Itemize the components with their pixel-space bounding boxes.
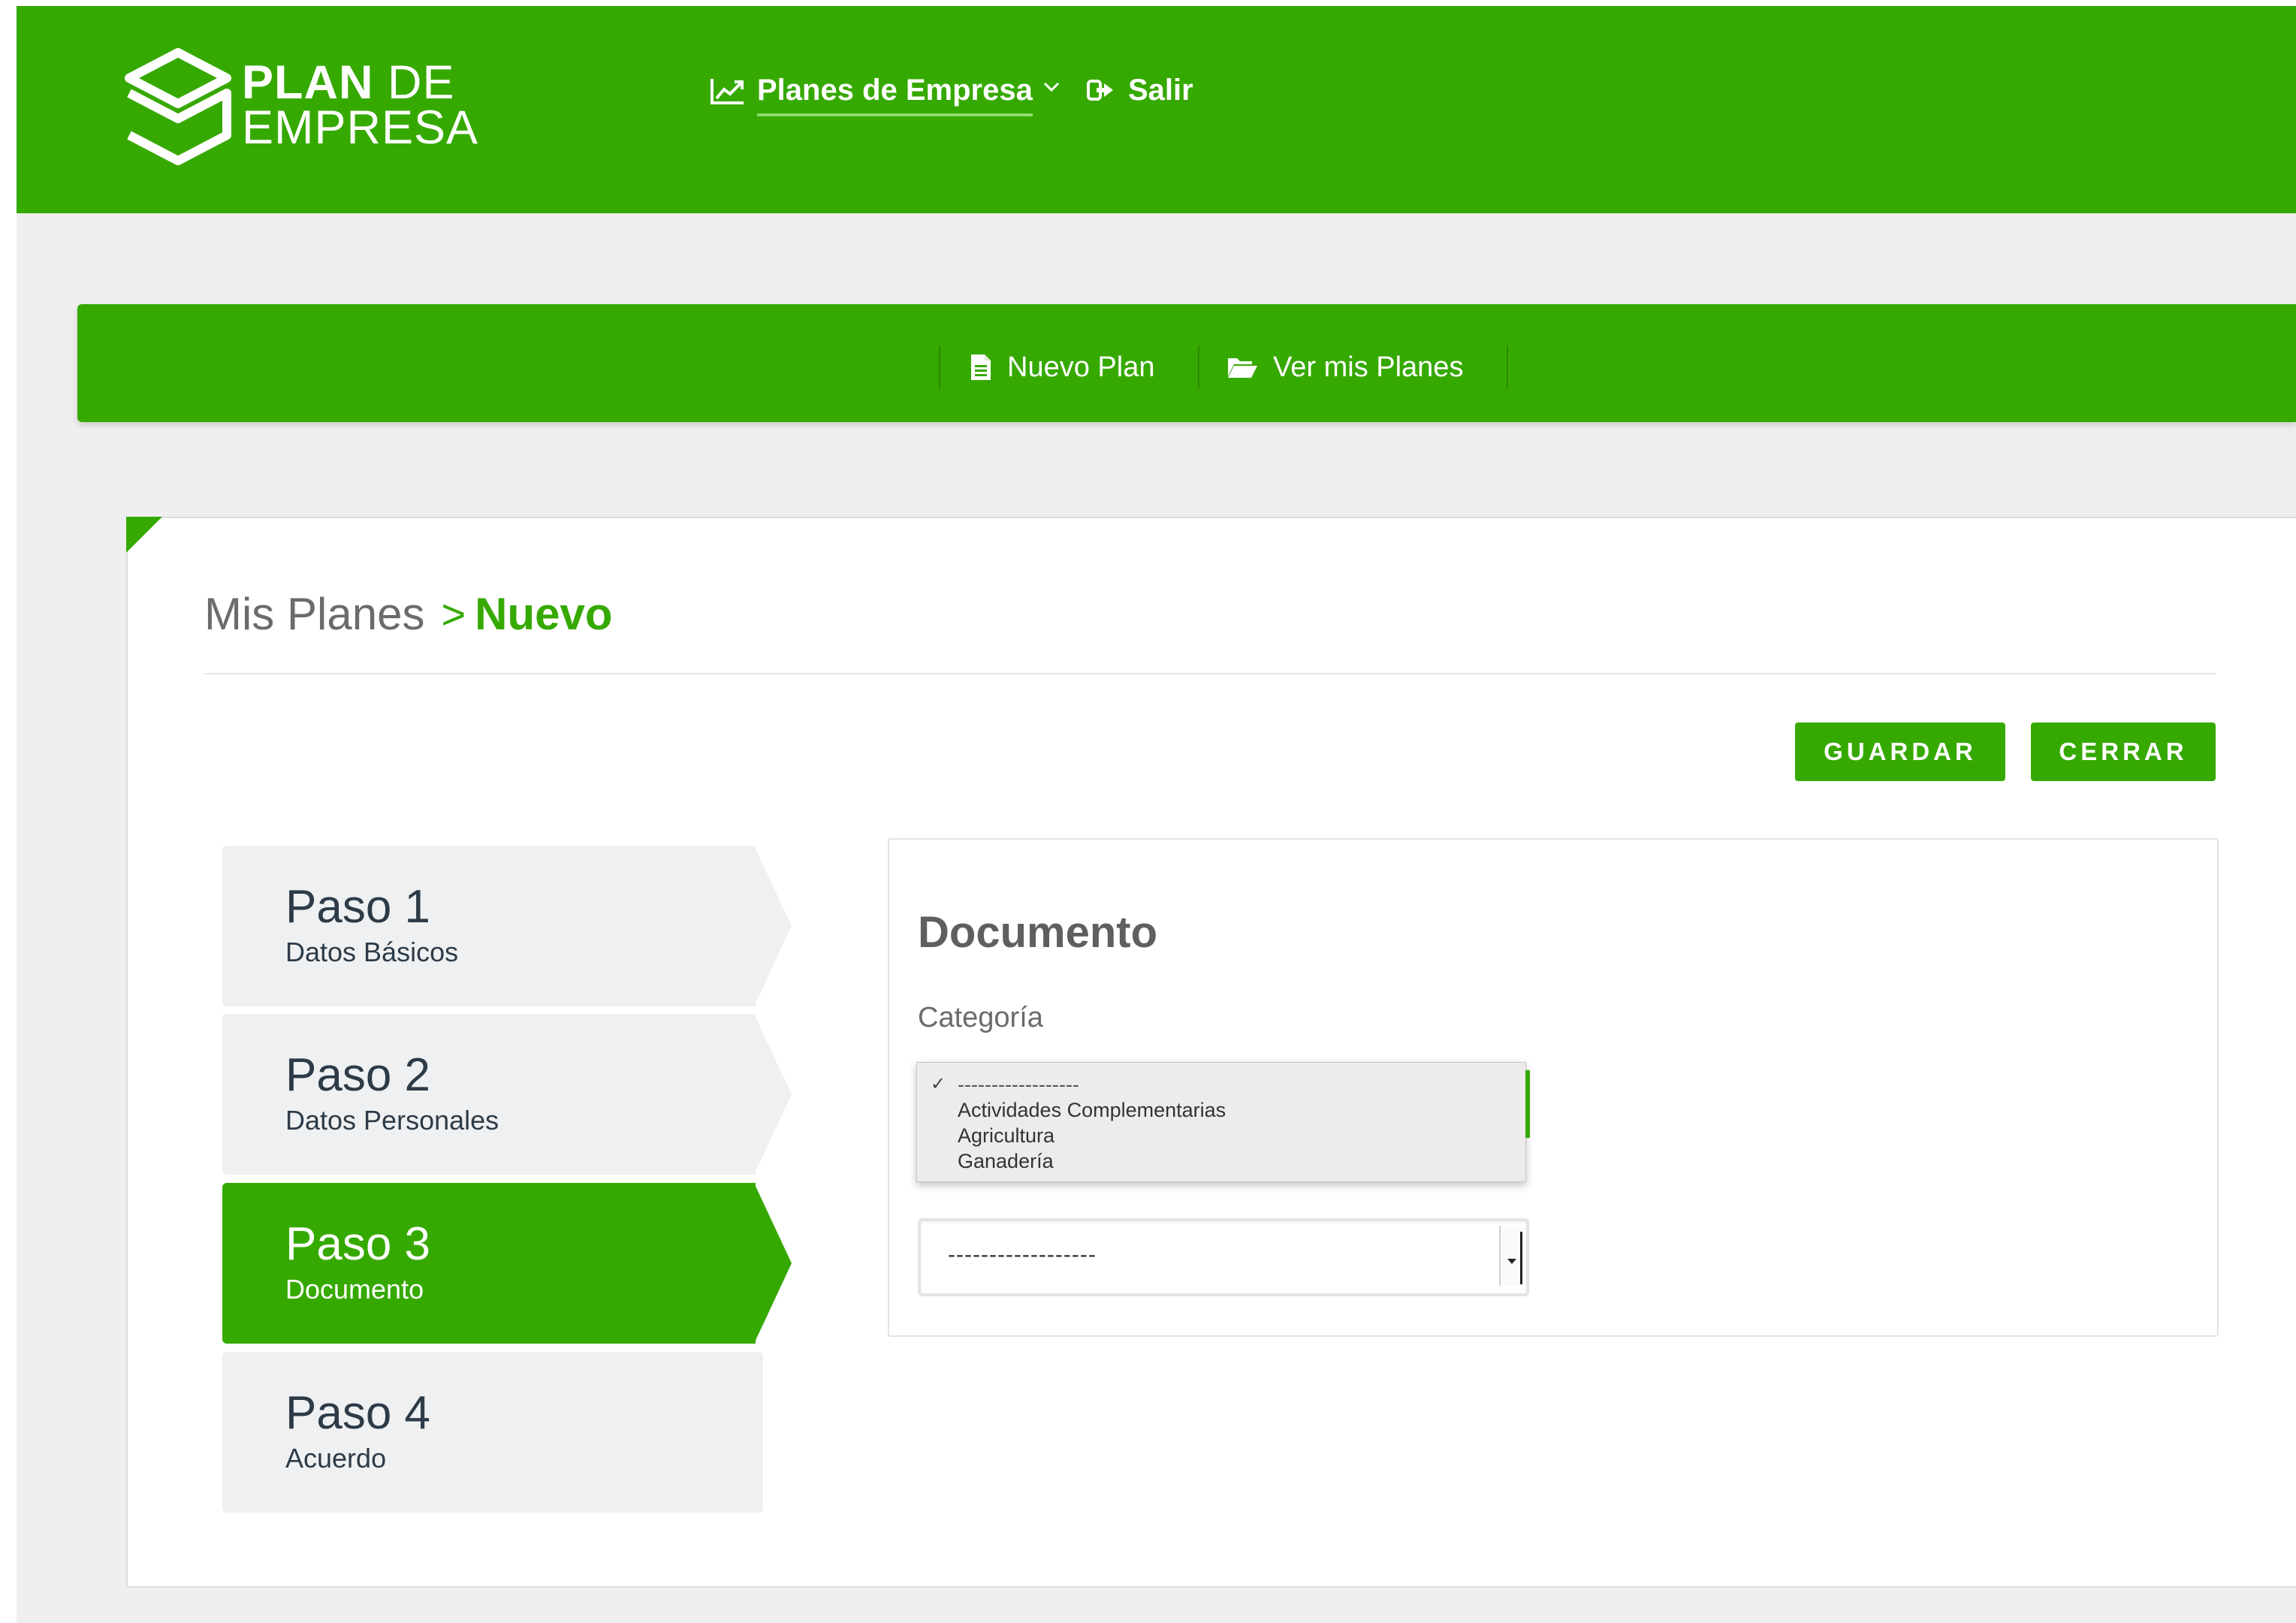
step-subtitle: Datos Básicos <box>285 937 459 967</box>
select-value: ------------------ <box>948 1242 1097 1267</box>
step-subtitle: Documento <box>285 1274 424 1305</box>
sign-out-icon <box>1087 80 1113 101</box>
nav-salir[interactable]: Salir <box>1086 71 1193 124</box>
breadcrumb-separator: > <box>441 590 466 638</box>
breadcrumb-current: Nuevo <box>475 589 613 639</box>
folder-open-icon <box>1228 358 1257 378</box>
step-title: Paso 3 <box>285 1218 431 1270</box>
nav-planes-label: Planes de Empresa <box>757 71 1033 116</box>
step-title: Paso 4 <box>285 1387 431 1439</box>
step-subtitle: Datos Personales <box>285 1105 499 1136</box>
subnav-nuevo-plan-label: Nuevo Plan <box>1007 351 1155 383</box>
subnav-divider <box>1198 345 1199 389</box>
line-chart-icon <box>711 79 744 104</box>
step-subtitle: Acuerdo <box>285 1443 387 1474</box>
step-arrow <box>754 1014 792 1175</box>
step-1[interactable]: Paso 1 Datos Básicos <box>222 846 792 1006</box>
handle-bar <box>1520 1232 1522 1284</box>
step-title: Paso 2 <box>285 1049 431 1101</box>
brand-logo[interactable]: PLAN DE EMPRESA <box>122 47 482 174</box>
categoria-select[interactable]: ------------------ <box>918 1218 1529 1296</box>
categoria-dropdown-list[interactable]: ✓ ------------------ Actividades Complem… <box>916 1062 1530 1182</box>
caret-down-icon <box>1507 1259 1516 1264</box>
header-divider <box>204 673 2216 674</box>
step-3[interactable]: Paso 3 Documento <box>222 1183 792 1344</box>
breadcrumb: Mis Planes > Nuevo <box>204 584 613 644</box>
guardar-button[interactable]: GUARDAR <box>1795 723 2005 781</box>
chevron-down-icon <box>1043 82 1059 92</box>
subnav-ver-mis-planes[interactable]: Ver mis Planes <box>1226 345 1463 389</box>
brand-wordmark: PLAN DE EMPRESA <box>242 59 478 152</box>
dropdown-option[interactable]: ------------------ <box>958 1072 1079 1097</box>
subnav-ver-mis-planes-label: Ver mis Planes <box>1273 351 1464 383</box>
step-arrow <box>754 1183 792 1344</box>
categoria-label: Categoría <box>918 1002 1043 1033</box>
step-title: Paso 1 <box>285 881 431 933</box>
brand-line2: EMPRESA <box>242 101 479 154</box>
panel-title: Documento <box>918 908 1157 957</box>
subnav-divider <box>939 345 940 389</box>
dropdown-option[interactable]: Ganadería <box>958 1148 1054 1174</box>
cube-logo-icon <box>125 48 231 165</box>
breadcrumb-mis-planes[interactable]: Mis Planes <box>204 584 424 644</box>
dropdown-focus-accent <box>1525 1070 1530 1138</box>
card-corner-accent <box>126 517 162 553</box>
checkmark-icon: ✓ <box>931 1074 946 1094</box>
nav-salir-label: Salir <box>1128 74 1193 107</box>
dropdown-option[interactable]: Agricultura <box>958 1123 1054 1148</box>
step-4[interactable]: Paso 4 Acuerdo <box>222 1352 792 1513</box>
select-arrow-handle[interactable] <box>1499 1226 1523 1286</box>
dropdown-option[interactable]: Actividades Complementarias <box>958 1097 1226 1123</box>
step-2[interactable]: Paso 2 Datos Personales <box>222 1014 792 1175</box>
secondary-navbar: Nuevo Plan Ver mis Planes <box>77 304 2296 422</box>
cerrar-button[interactable]: CERRAR <box>2031 723 2216 781</box>
file-icon <box>971 354 991 380</box>
step-arrow <box>754 846 792 1006</box>
subnav-nuevo-plan[interactable]: Nuevo Plan <box>970 345 1154 389</box>
nav-planes-de-empresa[interactable]: Planes de Empresa <box>711 71 1073 124</box>
subnav-divider <box>1507 345 1508 389</box>
